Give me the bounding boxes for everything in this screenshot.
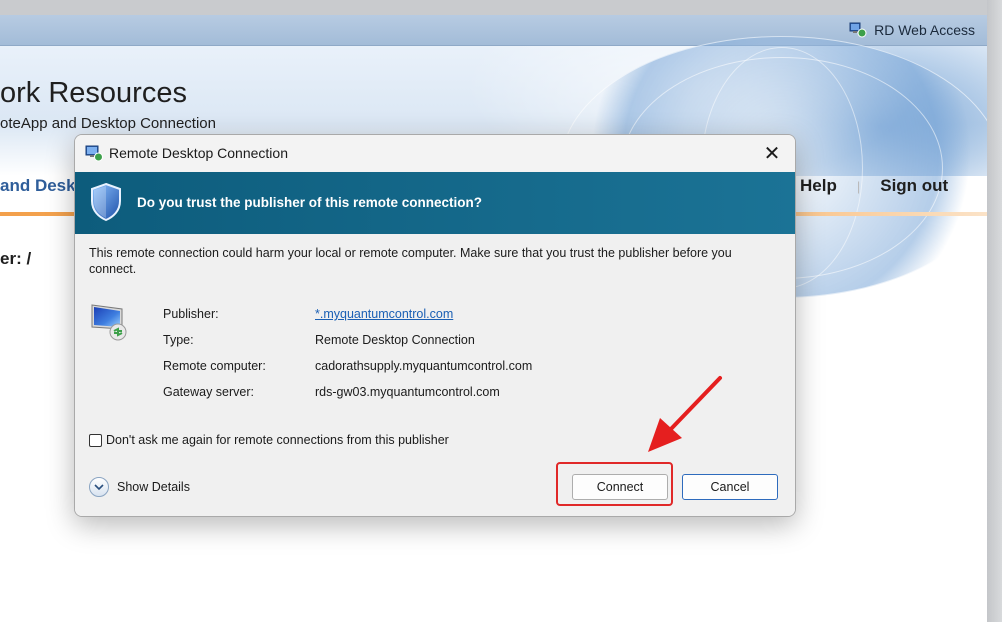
remote-computer-value: cadorathsupply.myquantumcontrol.com <box>315 359 533 373</box>
type-label: Type: <box>163 333 194 347</box>
sign-out-link[interactable]: Sign out <box>880 176 948 196</box>
checkbox-box[interactable] <box>89 433 102 447</box>
rd-web-access-link[interactable]: RD Web Access <box>849 22 975 38</box>
window-right-edge <box>987 0 1002 622</box>
close-button[interactable]: ✕ <box>749 135 795 172</box>
arrow-icon <box>648 376 722 452</box>
site-title: ork Resources <box>0 77 187 109</box>
gateway-server-value: rds-gw03.myquantumcontrol.com <box>315 385 500 399</box>
shield-icon <box>89 182 123 222</box>
show-details-button[interactable]: Show Details <box>89 477 190 497</box>
remote-desktop-icon <box>849 22 867 38</box>
type-value: Remote Desktop Connection <box>315 333 475 347</box>
gateway-server-label: Gateway server: <box>163 385 255 399</box>
dont-ask-again-checkbox[interactable]: Don't ask me again for remote connection… <box>89 433 449 447</box>
dont-ask-again-label: Don't ask me again for remote connection… <box>106 433 449 447</box>
publisher-label: Publisher: <box>163 307 219 321</box>
current-folder-label: er: / <box>0 249 32 268</box>
warning-description: This remote connection could harm your l… <box>89 246 732 276</box>
rd-web-access-label: RD Web Access <box>874 22 975 38</box>
warning-text: Do you trust the publisher of this remot… <box>137 195 483 210</box>
warning-banner: Do you trust the publisher of this remot… <box>75 172 795 234</box>
nav-tab-remoteapp-desktops[interactable]: and Desk <box>0 176 76 196</box>
dialog-title: Remote Desktop Connection <box>109 145 288 161</box>
connect-highlight-box <box>556 462 673 506</box>
publisher-link[interactable]: *.myquantumcontrol.com <box>315 307 453 321</box>
remote-desktop-icon <box>85 144 103 162</box>
window-top-edge <box>0 0 987 15</box>
remote-computer-label: Remote computer: <box>163 359 266 373</box>
chevron-down-icon <box>89 477 109 497</box>
monitor-icon <box>89 301 131 343</box>
site-subtitle: oteApp and Desktop Connection <box>0 115 216 132</box>
nav-separator: | <box>856 178 861 194</box>
show-details-label: Show Details <box>117 480 190 494</box>
cancel-button[interactable]: Cancel <box>682 474 778 500</box>
help-link[interactable]: Help <box>800 176 837 196</box>
dialog-titlebar: Remote Desktop Connection ✕ <box>75 135 795 172</box>
nav-right: Help | Sign out <box>800 176 948 196</box>
close-icon: ✕ <box>763 143 781 165</box>
